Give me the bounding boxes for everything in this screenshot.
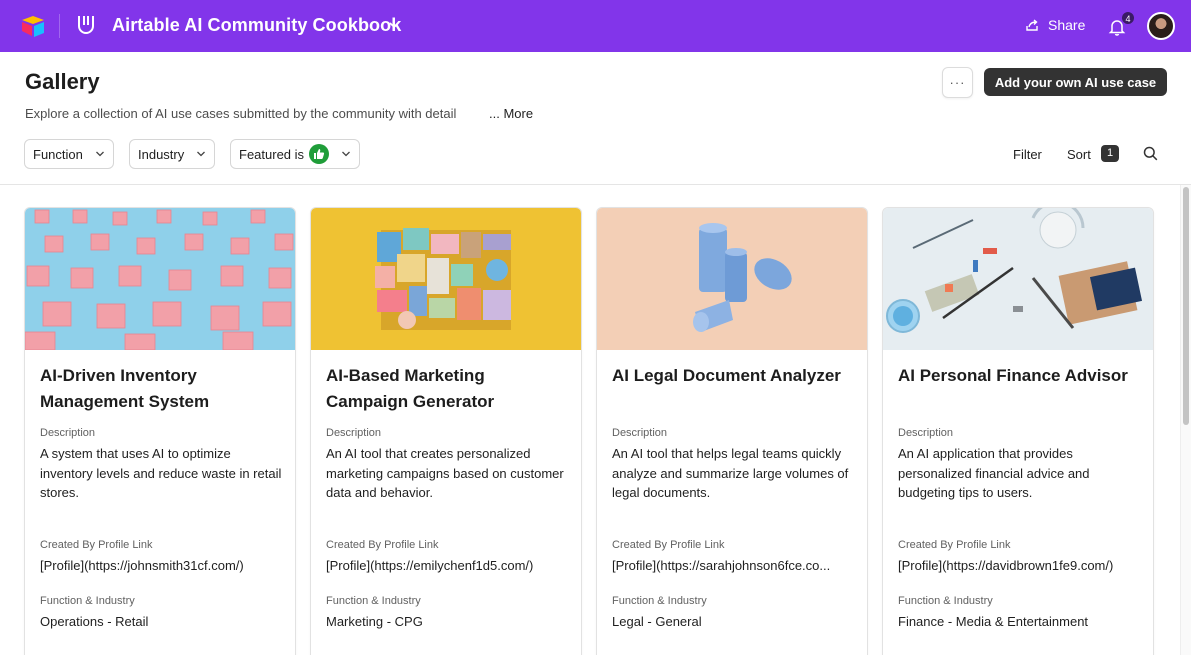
card-cover-image	[597, 208, 867, 350]
chevron-down-icon	[197, 151, 206, 157]
function-industry-label: Function & Industry	[898, 595, 993, 607]
gallery-grid: AI-Driven Inventory Management System De…	[0, 185, 1180, 655]
function-industry-value: Operations - Retail	[40, 614, 149, 629]
card-title: AI-Driven Inventory Management System	[40, 366, 210, 411]
function-industry-value: Finance - Media & Entertainment	[898, 614, 1089, 629]
gallery-card[interactable]: AI-Based Marketing Campaign Generator De…	[310, 207, 582, 655]
share-button[interactable]: Share	[1025, 17, 1085, 33]
top-bar: Airtable AI Community Cookbook Share 4	[0, 0, 1191, 52]
share-icon	[1026, 19, 1038, 31]
card-cover-image	[883, 208, 1153, 350]
thumbs-up-icon	[309, 144, 330, 164]
created-by-value: [Profile](https://emilychenf1d5.com/)	[326, 558, 534, 573]
created-by-value: [Profile](https://sarahjohnson6fce.co...	[612, 558, 831, 573]
created-by-value: [Profile](https://davidbrown1fe9.com/)	[898, 558, 1114, 573]
function-filter-label: Function	[33, 146, 83, 162]
card-cover-image	[311, 208, 581, 350]
function-industry-label: Function & Industry	[40, 595, 135, 607]
sort-button[interactable]: Sort	[1067, 147, 1091, 162]
gallery-card[interactable]: AI Personal Finance Advisor Description …	[882, 207, 1154, 655]
notification-badge: 4	[1121, 11, 1135, 25]
share-label: Share	[1048, 17, 1086, 33]
chevron-down-icon	[95, 151, 104, 157]
card-title: AI Legal Document Analyzer	[612, 366, 841, 385]
featured-filter-label: Featured is	[239, 146, 305, 162]
filter-button[interactable]: Filter	[1013, 147, 1042, 162]
avatar[interactable]	[1147, 12, 1175, 40]
description-label: Description	[898, 427, 954, 439]
chevron-down-icon[interactable]	[388, 19, 400, 31]
page-title: Gallery	[25, 69, 100, 94]
industry-filter[interactable]: Industry	[129, 139, 216, 169]
description-value: A system that uses AI to optimize invent…	[40, 446, 282, 500]
gallery-description: Explore a collection of AI use cases sub…	[25, 106, 457, 121]
description-label: Description	[40, 427, 96, 439]
airtable-logo-icon[interactable]	[20, 14, 46, 38]
created-by-label: Created By Profile Link	[326, 539, 439, 551]
base-icon[interactable]	[76, 14, 96, 36]
created-by-label: Created By Profile Link	[612, 539, 725, 551]
featured-filter[interactable]: Featured is	[230, 139, 361, 169]
topbar-divider	[59, 14, 60, 38]
description-label: Description	[326, 427, 382, 439]
function-industry-value: Marketing - CPG	[326, 614, 423, 629]
created-by-value: [Profile](https://johnsmith31cf.com/)	[40, 558, 244, 573]
card-title: AI Personal Finance Advisor	[898, 366, 1128, 385]
chevron-down-icon	[342, 151, 351, 157]
description-value: An AI tool that creates personalized mar…	[326, 446, 564, 500]
description-more-link[interactable]: ... More	[489, 106, 533, 121]
created-by-label: Created By Profile Link	[898, 539, 1011, 551]
function-filter[interactable]: Function	[24, 139, 114, 169]
gallery-card[interactable]: AI Legal Document Analyzer Description A…	[596, 207, 868, 655]
function-industry-value: Legal - General	[612, 614, 702, 629]
function-industry-label: Function & Industry	[612, 595, 707, 607]
gallery-card[interactable]: AI-Driven Inventory Management System De…	[24, 207, 296, 655]
search-icon[interactable]	[1143, 146, 1158, 161]
more-options-button[interactable]: ···	[942, 67, 973, 98]
industry-filter-label: Industry	[138, 146, 185, 162]
base-title[interactable]: Airtable AI Community Cookbook	[112, 15, 401, 36]
function-industry-label: Function & Industry	[326, 595, 421, 607]
card-title: AI-Based Marketing Campaign Generator	[326, 366, 495, 411]
card-cover-image	[25, 208, 295, 350]
add-use-case-button[interactable]: Add your own AI use case	[984, 68, 1167, 96]
description-value: An AI application that provides personal…	[898, 446, 1090, 500]
created-by-label: Created By Profile Link	[40, 539, 153, 551]
description-value: An AI tool that helps legal teams quickl…	[612, 446, 849, 500]
description-label: Description	[612, 427, 668, 439]
gallery-scrollbar-thumb[interactable]	[1183, 187, 1189, 425]
sort-count-badge: 1	[1101, 145, 1119, 162]
